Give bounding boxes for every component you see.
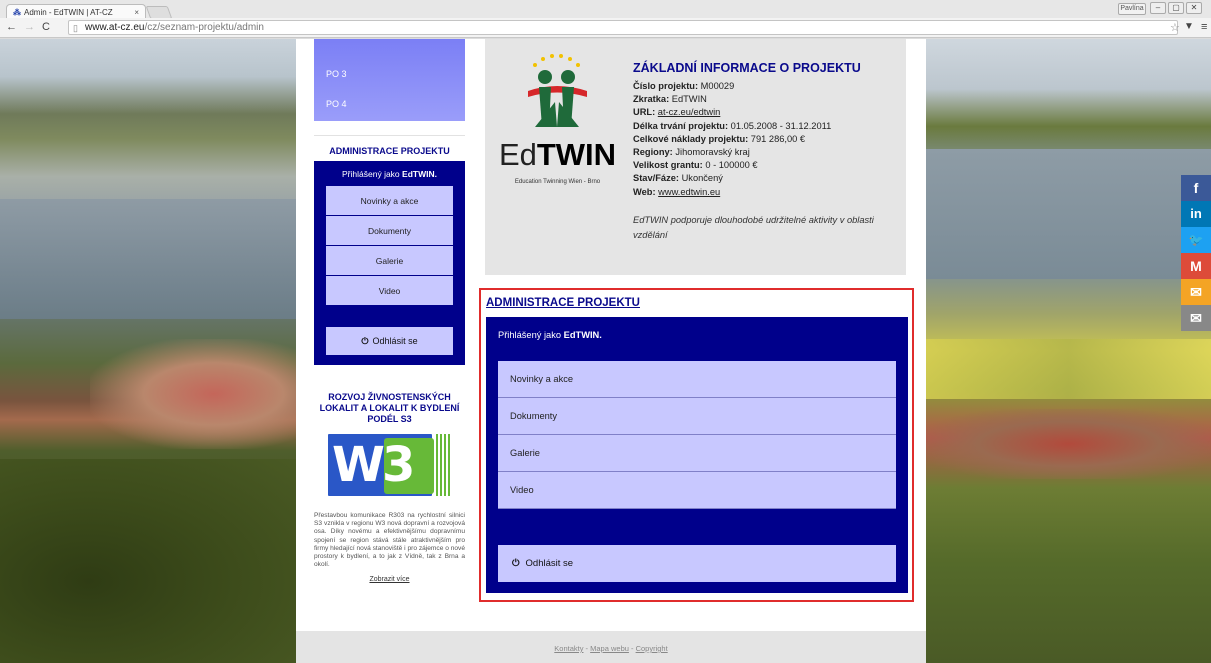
sidebar-menu-documents[interactable]: Dokumenty bbox=[326, 216, 453, 246]
page-footer: Kontakty - Mapa webu - Copyright bbox=[296, 631, 926, 663]
sidebar-menu-news[interactable]: Novinky a akce bbox=[326, 186, 453, 216]
project-web-link[interactable]: www.edtwin.eu bbox=[658, 187, 720, 197]
w3-logo[interactable]: W3 bbox=[328, 434, 451, 498]
admin-menu-documents[interactable]: Dokumenty bbox=[498, 398, 896, 435]
reload-icon[interactable]: C bbox=[42, 21, 50, 33]
email-plain-icon[interactable]: ✉ bbox=[1181, 305, 1211, 331]
admin-menu: Novinky a akce Dokumenty Galerie Video bbox=[498, 361, 896, 509]
tab-close-icon[interactable]: × bbox=[134, 8, 139, 17]
maximize-icon[interactable]: ▢ bbox=[1168, 2, 1184, 14]
admin-logged-user: EdTWIN. bbox=[563, 330, 602, 340]
info-row-costs: Celkové náklady projektu: 791 286,00 € bbox=[633, 133, 806, 144]
sidebar-item-po3[interactable]: PO 3 bbox=[314, 69, 465, 99]
window-controls: – ▢ ✕ bbox=[1150, 2, 1202, 14]
sidebar-admin-title: ADMINISTRACE PROJEKTU bbox=[329, 146, 450, 156]
project-url-link[interactable]: at-cz.eu/edtwin bbox=[658, 107, 721, 117]
edtwin-figures-icon bbox=[528, 54, 587, 127]
email-icon[interactable]: ✉ bbox=[1181, 279, 1211, 305]
project-info-heading: ZÁKLADNÍ INFORMACE O PROJEKTU bbox=[633, 61, 861, 75]
facebook-icon[interactable]: f bbox=[1181, 175, 1211, 201]
sidebar-item-po4[interactable]: PO 4 bbox=[314, 99, 465, 129]
url-host: www.at-cz.eu bbox=[85, 22, 145, 33]
forward-icon[interactable]: → bbox=[24, 21, 35, 33]
info-row-abbrev: Zkratka: EdTWIN bbox=[633, 94, 707, 105]
tab-title: Admin - EdTWIN | AT-CZ bbox=[24, 7, 113, 17]
footer-link-sitemap[interactable]: Mapa webu bbox=[590, 644, 629, 653]
pocket-extension-icon[interactable]: ▼ bbox=[1184, 21, 1194, 32]
bookmark-star-icon[interactable]: ☆ bbox=[1170, 21, 1180, 34]
edtwin-wordmark: EdTWIN bbox=[498, 137, 617, 172]
admin-logout-button[interactable]: ⏻ Odhlásit se bbox=[498, 545, 896, 582]
profile-button[interactable]: Pavlína bbox=[1118, 3, 1146, 15]
project-info-box: EdTWIN Education Twinning Wien - Brno ZÁ… bbox=[485, 39, 906, 275]
page-icon: ▯ bbox=[73, 23, 78, 33]
show-more-link[interactable]: Zobrazit více bbox=[314, 576, 465, 583]
edtwin-subtitle: Education Twinning Wien - Brno bbox=[514, 179, 601, 185]
rozvoj-title: ROZVOJ ŽIVNOSTENSKÝCH LOKALIT A LOKALIT … bbox=[319, 392, 460, 424]
admin-menu-news[interactable]: Novinky a akce bbox=[498, 361, 896, 398]
linkedin-icon[interactable]: in bbox=[1181, 201, 1211, 227]
info-row-number: Číslo projektu: M00029 bbox=[633, 81, 735, 91]
browser-menu-icon[interactable]: ≡ bbox=[1201, 21, 1207, 33]
priority-axis-list: PO 3 PO 4 bbox=[314, 39, 465, 121]
address-row: ← → C ▯ www.at-cz.eu/cz/seznam-projektu/… bbox=[0, 18, 1211, 38]
close-window-icon[interactable]: ✕ bbox=[1186, 2, 1202, 14]
admin-menu-gallery[interactable]: Galerie bbox=[498, 435, 896, 472]
left-sidebar: PO 3 PO 4 ADMINISTRACE PROJEKTU Přihláše… bbox=[314, 39, 465, 583]
background-photo-left bbox=[0, 39, 296, 663]
footer-link-contacts[interactable]: Kontakty bbox=[554, 644, 583, 653]
admin-heading[interactable]: ADMINISTRACE PROJEKTU bbox=[486, 297, 640, 309]
sidebar-logged-in-text: Přihlášený jako EdTWIN. bbox=[342, 169, 437, 179]
edtwin-logo: EdTWIN Education Twinning Wien - Brno bbox=[495, 47, 620, 197]
url-path: /cz/seznam-projektu/admin bbox=[144, 22, 264, 33]
site-favicon-icon: ⁂ bbox=[13, 7, 21, 17]
browser-tab[interactable]: ⁂ Admin - EdTWIN | AT-CZ × bbox=[6, 4, 146, 19]
minimize-icon[interactable]: – bbox=[1150, 2, 1166, 14]
background-photo-right bbox=[926, 39, 1211, 663]
admin-panel-highlighted: ADMINISTRACE PROJEKTU Přihlášený jako Ed… bbox=[479, 288, 914, 602]
info-row-status: Stav/Fáze: Ukončený bbox=[633, 173, 723, 184]
power-icon: ⏻ bbox=[361, 336, 369, 346]
sidebar-menu-video[interactable]: Video bbox=[326, 276, 453, 306]
project-description: EdTWIN podporuje dlouhodobé udržitelné a… bbox=[633, 214, 874, 240]
power-icon: ⏻ bbox=[512, 558, 520, 569]
gmail-icon[interactable]: M bbox=[1181, 253, 1211, 279]
info-row-web: Web: www.edtwin.eu bbox=[633, 186, 721, 197]
admin-logged-in-text: Přihlášený jako EdTWIN. bbox=[498, 330, 602, 340]
page-viewport: PO 3 PO 4 ADMINISTRACE PROJEKTU Přihláše… bbox=[0, 39, 1211, 663]
admin-menu-video[interactable]: Video bbox=[498, 472, 896, 509]
info-row-grant: Velikost grantu: 0 - 100000 € bbox=[633, 160, 758, 171]
content-column: PO 3 PO 4 ADMINISTRACE PROJEKTU Přihláše… bbox=[296, 39, 926, 663]
footer-link-copyright[interactable]: Copyright bbox=[636, 644, 668, 653]
rozvoj-text: Přestavbou komunikace R303 na rychlostní… bbox=[314, 512, 465, 569]
info-row-regions: Regiony: Jihomoravský kraj bbox=[633, 147, 750, 158]
admin-panel-body: Přihlášený jako EdTWIN. Novinky a akce D… bbox=[486, 317, 908, 593]
back-icon[interactable]: ← bbox=[6, 21, 17, 33]
address-bar[interactable]: ▯ www.at-cz.eu/cz/seznam-projektu/admin bbox=[68, 20, 1178, 35]
info-row-url: URL: at-cz.eu/edtwin bbox=[633, 107, 721, 118]
divider bbox=[314, 135, 465, 136]
sidebar-menu-gallery[interactable]: Galerie bbox=[326, 246, 453, 276]
twitter-icon[interactable]: 🐦 bbox=[1181, 227, 1211, 253]
sidebar-admin-panel: Přihlášený jako EdTWIN. Novinky a akce D… bbox=[314, 161, 465, 365]
social-share-bar: f in 🐦 M ✉ ✉ bbox=[1181, 175, 1211, 331]
sidebar-logged-user: EdTWIN. bbox=[402, 169, 437, 179]
sidebar-logout-button[interactable]: ⏻ Odhlásit se bbox=[326, 327, 453, 355]
project-info-text: ZÁKLADNÍ INFORMACE O PROJEKTU Číslo proj… bbox=[633, 61, 895, 243]
info-row-duration: Délka trvání projektu: 01.05.2008 - 31.1… bbox=[633, 120, 832, 131]
